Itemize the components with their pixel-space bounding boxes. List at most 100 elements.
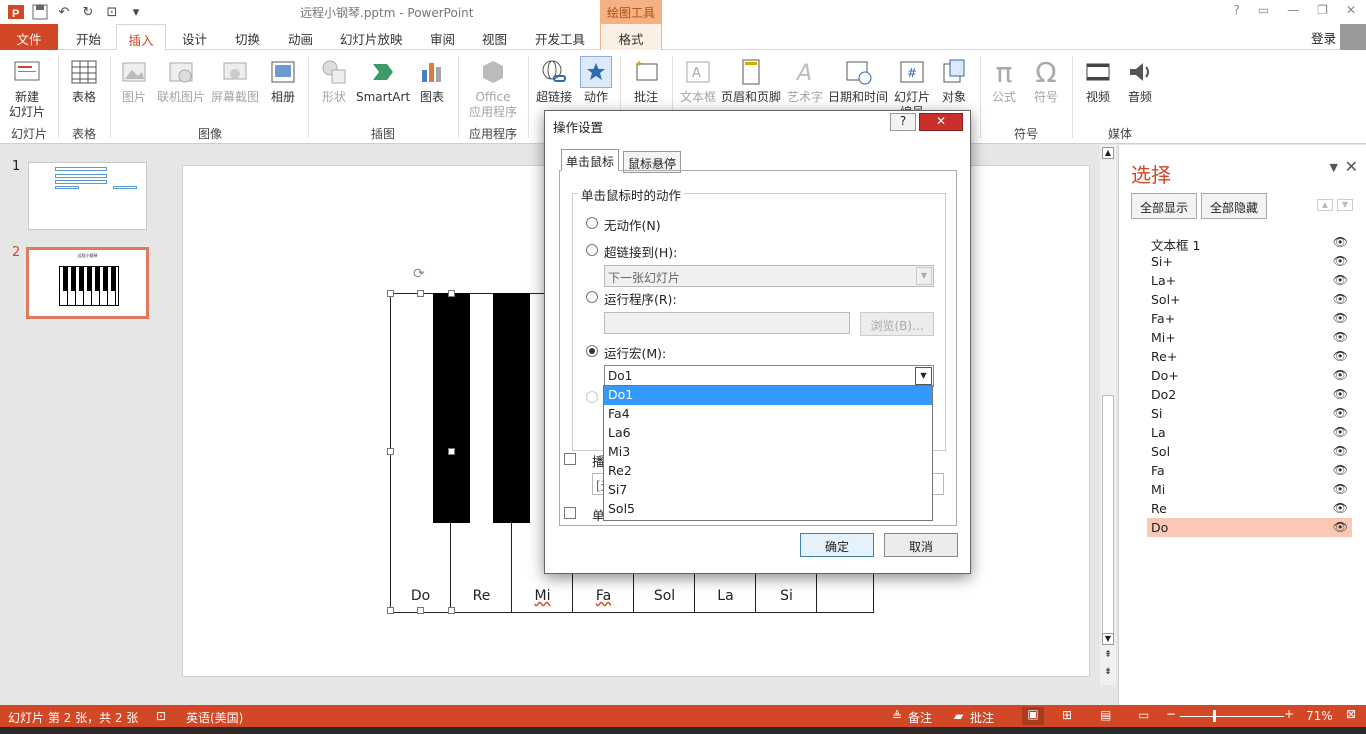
visibility-eye-icon[interactable]: 👁 [1333, 387, 1348, 401]
slide-thumbnail-1[interactable] [28, 162, 147, 230]
redo-icon[interactable]: ↻ [78, 2, 98, 22]
dialog-help-button[interactable]: ? [890, 113, 916, 131]
fit-slide-icon[interactable]: ⊠ [1346, 707, 1356, 721]
radio-macro[interactable] [586, 345, 598, 357]
radio-none[interactable] [586, 217, 598, 229]
selection-item[interactable]: Do 👁 [1147, 518, 1352, 537]
online-picture-button[interactable]: 联机图片 [156, 56, 206, 105]
macro-option[interactable]: Si7 [604, 481, 932, 500]
undo-icon[interactable]: ↶ [54, 2, 74, 22]
dialog-close-button[interactable]: ✕ [919, 113, 963, 131]
header-footer-button[interactable]: 页眉和页脚 [720, 56, 782, 105]
zoom-out-icon[interactable]: − [1166, 707, 1176, 721]
bring-forward-icon[interactable]: ▲ [1317, 199, 1333, 211]
photo-album-button[interactable]: 相册 [265, 56, 301, 105]
tab-transitions[interactable]: 切换 [235, 24, 260, 50]
reading-view-icon[interactable]: ▤ [1100, 708, 1111, 722]
slide-thumbnail-2[interactable]: 远程小钢琴 [26, 247, 149, 319]
macro-select[interactable]: Do1 [604, 365, 934, 387]
visibility-eye-icon[interactable]: 👁 [1333, 349, 1348, 363]
new-slide-button[interactable]: 新建 幻灯片 [4, 56, 50, 120]
avatar[interactable] [1340, 24, 1366, 50]
wordart-button[interactable]: A 艺术字 [786, 56, 824, 105]
selection-item[interactable]: Si+ 👁 [1147, 252, 1352, 271]
comments-button[interactable]: 批注 [970, 709, 994, 726]
selection-item[interactable]: Re 👁 [1147, 499, 1352, 518]
show-all-button[interactable]: 全部显示 [1131, 193, 1198, 219]
pane-close-icon[interactable]: ✕ [1345, 157, 1358, 176]
selection-handle[interactable] [448, 448, 455, 455]
visibility-eye-icon[interactable]: 👁 [1333, 292, 1348, 306]
visibility-eye-icon[interactable]: 👁 [1333, 311, 1348, 325]
save-icon[interactable] [30, 2, 50, 22]
textbox-button[interactable]: A 文本框 [678, 56, 718, 105]
visibility-eye-icon[interactable]: 👁 [1333, 425, 1348, 439]
visibility-eye-icon[interactable]: 👁 [1333, 406, 1348, 420]
selection-item[interactable]: 文本框 1 👁 [1147, 233, 1352, 253]
selection-handle[interactable] [387, 290, 394, 297]
black-key-re-sharp[interactable] [493, 293, 530, 523]
radio-program[interactable] [586, 291, 598, 303]
smartart-button[interactable]: SmartArt [356, 56, 410, 105]
visibility-eye-icon[interactable]: 👁 [1333, 444, 1348, 458]
visibility-eye-icon[interactable]: 👁 [1333, 501, 1348, 515]
ribbon-display-icon[interactable]: ▭ [1258, 3, 1269, 17]
cancel-button[interactable]: 取消 [884, 533, 958, 557]
tab-slideshow[interactable]: 幻灯片放映 [340, 24, 403, 50]
macro-dropdown-icon[interactable]: ▼ [915, 367, 932, 385]
selection-handle[interactable] [448, 290, 455, 297]
visibility-eye-icon[interactable]: 👁 [1333, 254, 1348, 268]
visibility-eye-icon[interactable]: 👁 [1333, 463, 1348, 477]
macro-option[interactable]: Sol5 [604, 500, 932, 519]
macro-option[interactable]: Re2 [604, 462, 932, 481]
hide-all-button[interactable]: 全部隐藏 [1201, 193, 1268, 219]
comments-icon[interactable]: ▰ [954, 709, 963, 723]
zoom-slider-thumb[interactable] [1213, 710, 1216, 722]
play-sound-checkbox[interactable] [564, 453, 576, 465]
notes-button[interactable]: 备注 [908, 709, 932, 726]
close-icon[interactable]: ✕ [1346, 3, 1356, 17]
selection-item[interactable]: Do2 👁 [1147, 385, 1352, 404]
tab-mouse-click[interactable]: 单击鼠标 [561, 149, 620, 171]
date-time-button[interactable]: 日期和时间 [826, 56, 890, 105]
help-icon[interactable]: ? [1233, 3, 1239, 17]
visibility-eye-icon[interactable]: 👁 [1333, 235, 1348, 249]
visibility-eye-icon[interactable]: 👁 [1333, 482, 1348, 496]
spellcheck-icon[interactable]: ⊡ [156, 709, 166, 723]
screenshot-button[interactable]: 屏幕截图 [210, 56, 260, 105]
office-apps-button[interactable]: Office 应用程序 [462, 56, 524, 120]
normal-view-icon[interactable]: ▣ [1022, 707, 1044, 725]
selection-item[interactable]: La+ 👁 [1147, 271, 1352, 290]
macro-option[interactable]: La6 [604, 424, 932, 443]
macro-option[interactable]: Mi3 [604, 443, 932, 462]
selection-handle[interactable] [417, 607, 424, 614]
scroll-down-icon[interactable]: ▼ [1102, 633, 1114, 645]
selection-item[interactable]: Si 👁 [1147, 404, 1352, 423]
hyperlink-select[interactable]: 下一张幻灯片 [604, 265, 934, 287]
zoom-in-icon[interactable]: + [1284, 707, 1294, 721]
next-slide-icon[interactable]: ⇟ [1102, 667, 1114, 679]
notes-icon[interactable]: ≜ [892, 709, 902, 723]
visibility-eye-icon[interactable]: 👁 [1333, 520, 1348, 534]
tab-home[interactable]: 开始 [76, 24, 101, 50]
selection-handle[interactable] [387, 607, 394, 614]
restore-icon[interactable]: ❐ [1317, 3, 1328, 17]
shapes-button[interactable]: 形状 [316, 56, 352, 105]
selection-item[interactable]: Re+ 👁 [1147, 347, 1352, 366]
scroll-up-icon[interactable]: ▲ [1102, 147, 1114, 159]
picture-button[interactable]: 图片 [116, 56, 152, 105]
selection-item[interactable]: Mi 👁 [1147, 480, 1352, 499]
hyperlink-dropdown-icon[interactable]: ▼ [916, 267, 932, 285]
selection-item[interactable]: Mi+ 👁 [1147, 328, 1352, 347]
login-link[interactable]: 登录 [1311, 28, 1336, 47]
selection-item[interactable]: Sol 👁 [1147, 442, 1352, 461]
visibility-eye-icon[interactable]: 👁 [1333, 330, 1348, 344]
selection-item[interactable]: Fa 👁 [1147, 461, 1352, 480]
tab-review[interactable]: 审阅 [430, 24, 455, 50]
selection-item[interactable]: La 👁 [1147, 423, 1352, 442]
black-key-do-sharp[interactable] [433, 293, 470, 523]
macro-option[interactable]: Fa4 [604, 405, 932, 424]
highlight-checkbox[interactable] [564, 507, 576, 519]
selection-handle[interactable] [387, 448, 394, 455]
minimize-icon[interactable]: — [1287, 3, 1299, 17]
